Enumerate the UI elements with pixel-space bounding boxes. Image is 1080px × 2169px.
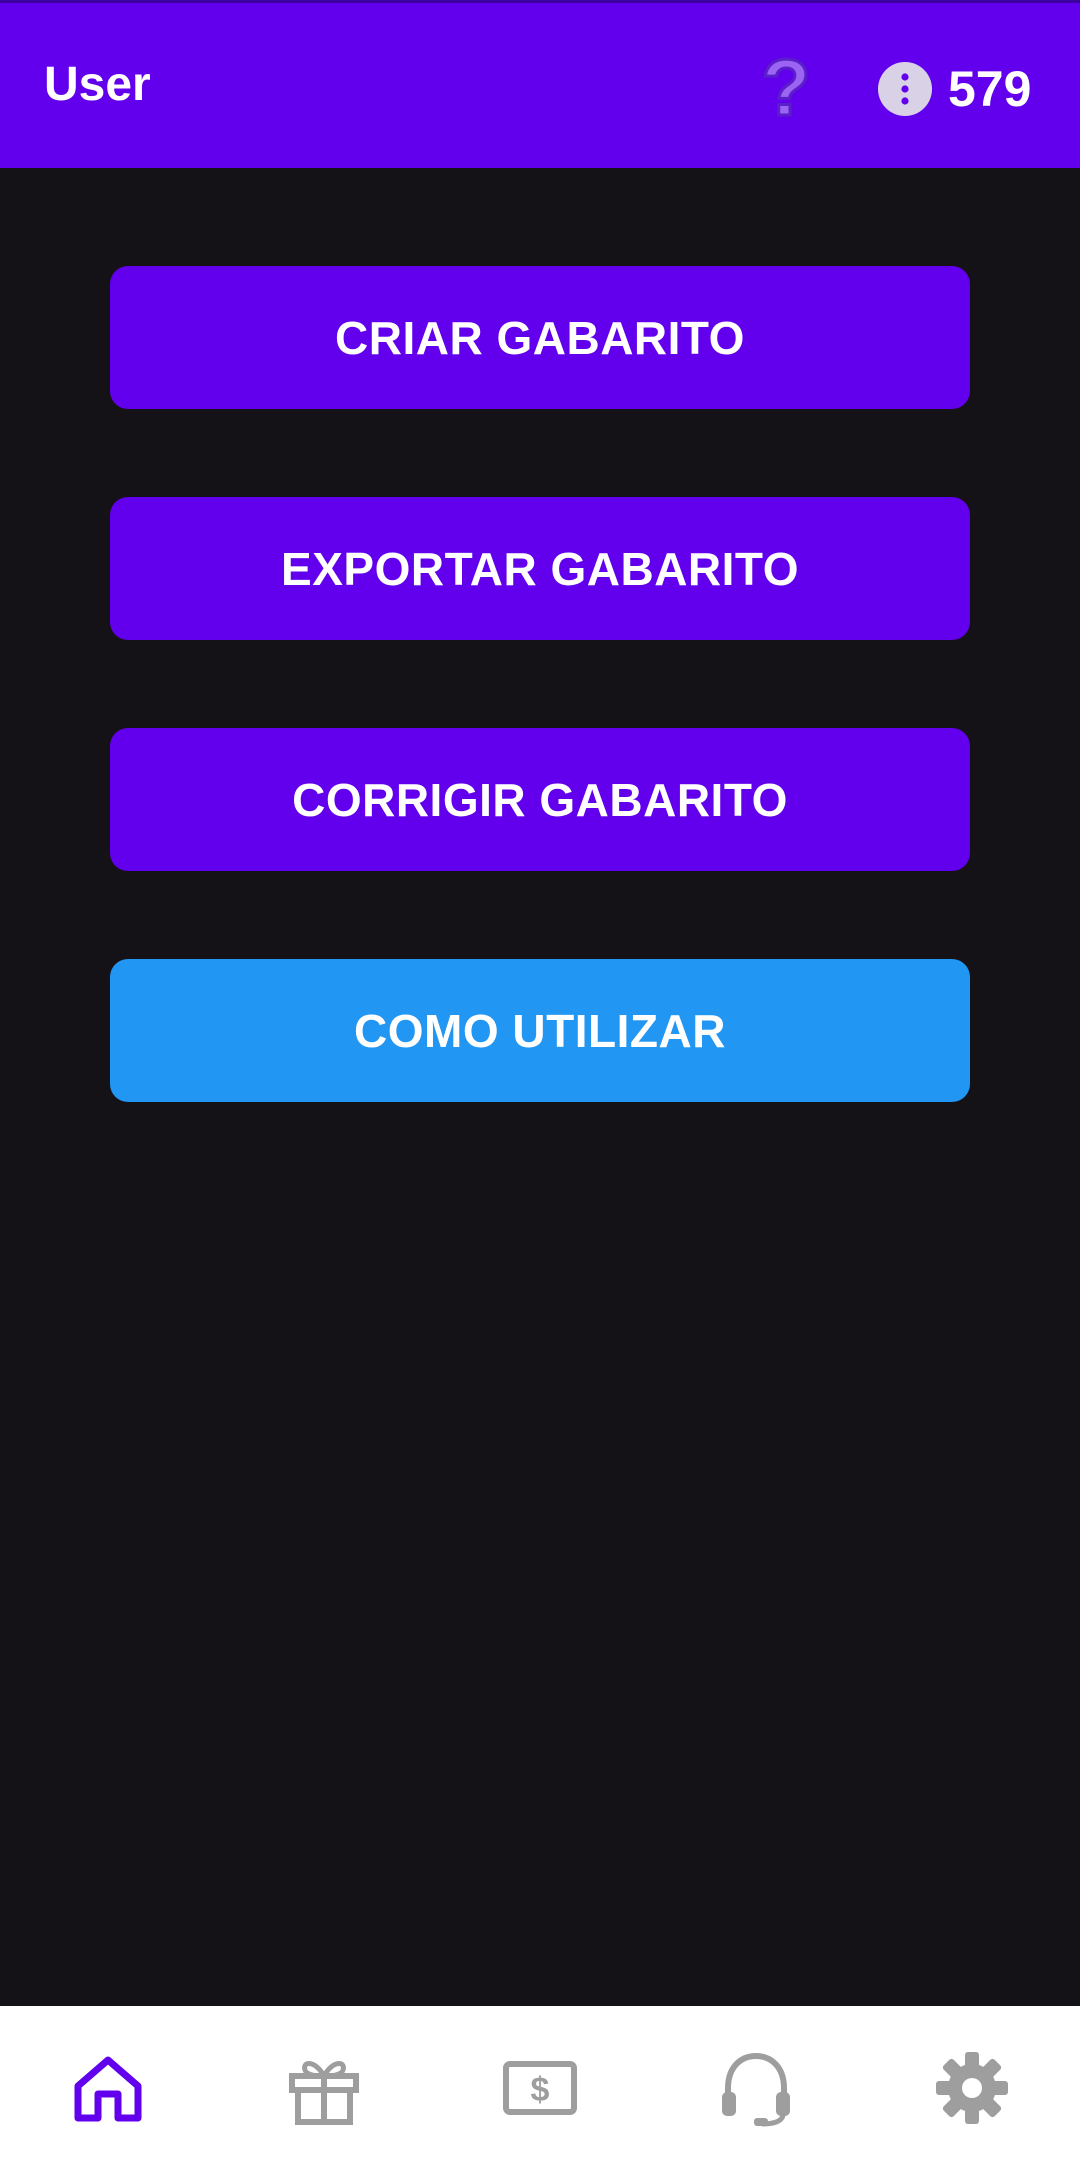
nav-item-payment[interactable]: $: [432, 2006, 648, 2169]
coin-icon: [878, 62, 932, 116]
create-answer-key-button[interactable]: CRIAR GABARITO: [110, 266, 970, 409]
nav-item-gift[interactable]: [216, 2006, 432, 2169]
nav-item-settings[interactable]: [864, 2006, 1080, 2169]
page-title: User: [44, 58, 151, 111]
nav-item-support[interactable]: [648, 2006, 864, 2169]
export-answer-key-button[interactable]: EXPORTAR GABARITO: [110, 497, 970, 640]
svg-text:$: $: [531, 2071, 550, 2109]
home-icon: [74, 2056, 142, 2121]
gift-icon: [289, 2060, 359, 2125]
top-app-bar: User ? 579: [0, 0, 1080, 168]
correct-answer-key-button[interactable]: CORRIGIR GABARITO: [110, 728, 970, 871]
question-mark-icon[interactable]: ?: [756, 47, 816, 127]
coin-count: 579: [948, 61, 1032, 117]
headset-support-icon: [722, 2052, 790, 2126]
nav-item-home[interactable]: [0, 2006, 216, 2169]
svg-text:?: ?: [762, 47, 811, 127]
gear-icon: [936, 2051, 1008, 2124]
bottom-navigation: $: [0, 2006, 1080, 2169]
dollar-bill-icon: $: [503, 2060, 577, 2115]
how-to-use-button[interactable]: COMO UTILIZAR: [110, 959, 970, 1102]
